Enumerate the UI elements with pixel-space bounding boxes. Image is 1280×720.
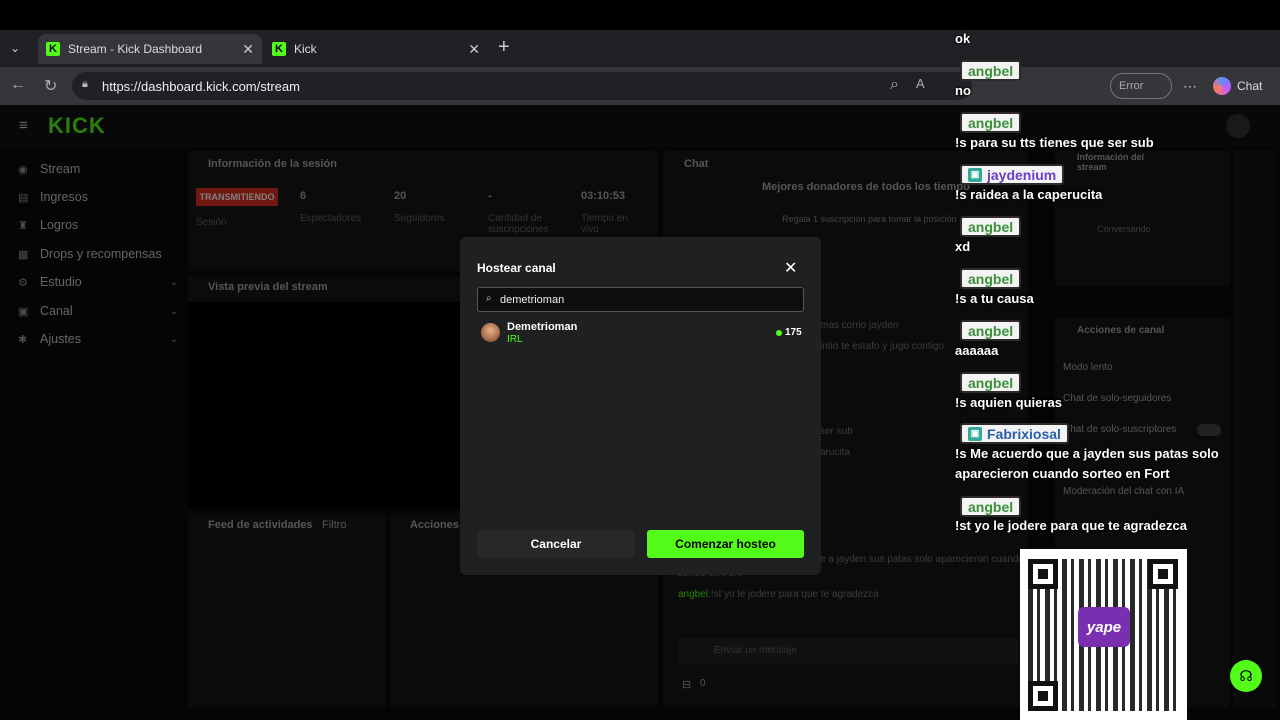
start-host-button[interactable]: Comenzar hosteo [647, 530, 804, 558]
overlay-message: xd [955, 239, 971, 254]
avatar [481, 323, 500, 342]
overlay-message: no [955, 83, 971, 98]
overlay-message: !s para su tts tienes que ser sub [955, 135, 1154, 150]
tab-title: Stream - Kick Dashboard [68, 42, 203, 56]
overlay-message: !s a tu causa [955, 291, 1034, 306]
tab-title: Kick [294, 42, 317, 56]
close-icon[interactable]: ✕ [784, 258, 797, 278]
subscriber-badge-icon: ▣ [968, 167, 982, 182]
overlay-username: angbel [960, 112, 1022, 133]
live-dot-icon [776, 330, 782, 336]
tab-stream-dashboard[interactable]: K Stream - Kick Dashboard ✕ [38, 34, 262, 64]
overlay-message: !s Me acuerdo que a jayden sus patas sol… [955, 446, 1219, 481]
overlay-message: aaaaaa [955, 343, 999, 358]
overlay-username: angbel [960, 216, 1022, 237]
yape-logo: yape [1078, 607, 1130, 647]
overlay-username-sub: ▣ Fabrixiosal [960, 423, 1069, 444]
kick-favicon-icon: K [272, 42, 286, 56]
back-arrow-icon[interactable]: ← [10, 76, 26, 94]
overlay-message: !s raidea a la caperucita [955, 187, 1103, 202]
zoom-icon[interactable]: ⌕ [890, 76, 899, 94]
result-category: IRL [507, 334, 523, 345]
url-text: https://dashboard.kick.com/stream [102, 78, 300, 94]
search-icon: ⌕ [486, 293, 492, 304]
modal-title: Hostear canal [477, 261, 556, 275]
channel-search-input[interactable] [477, 287, 804, 312]
qr-finder [1148, 559, 1178, 589]
overlay-username: angbel [960, 372, 1022, 393]
overlay-username: angbel [960, 496, 1022, 517]
cancel-button[interactable]: Cancelar [477, 530, 635, 558]
lock-icon: 🔒︎ [82, 78, 88, 90]
top-black-bar [0, 0, 1280, 30]
overlay-username: angbel [960, 320, 1022, 341]
kick-favicon-icon: K [46, 42, 60, 56]
close-tab-icon[interactable]: ✕ [468, 41, 480, 58]
overlay-username: angbel [960, 60, 1022, 81]
new-tab-icon[interactable]: + [498, 36, 510, 59]
overlay-message: !st yo le jodere para que te agradezca [955, 518, 1187, 533]
tab-kick[interactable]: K Kick ✕ [264, 34, 488, 64]
support-headset-icon[interactable]: ☊ [1230, 660, 1262, 692]
overlay-username-sub: ▣ jaydenium [960, 164, 1065, 185]
tab-list-chevron-icon[interactable]: ⌄ [10, 41, 20, 55]
result-viewer-count: 175 [785, 327, 802, 338]
reload-icon[interactable]: ↻ [44, 76, 57, 96]
qr-finder [1028, 559, 1058, 589]
url-field[interactable]: 🔒︎ https://dashboard.kick.com/stream [72, 72, 972, 100]
yape-qr-code: yape [1020, 549, 1187, 720]
overlay-username: angbel [960, 268, 1022, 289]
qr-finder [1028, 681, 1058, 711]
close-tab-icon[interactable]: ✕ [242, 41, 254, 58]
overlay-message: ok [955, 31, 971, 46]
subscriber-badge-icon: ▣ [968, 426, 982, 441]
read-aloud-icon[interactable]: A [916, 76, 925, 91]
result-channel-name: Demetrioman [507, 321, 578, 333]
overlay-message: !s aquien quieras [955, 395, 1062, 410]
